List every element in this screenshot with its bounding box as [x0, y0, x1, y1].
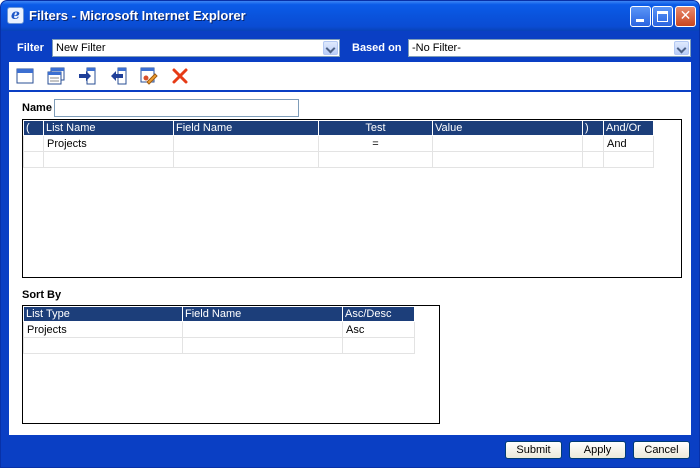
table-cell[interactable]: [23, 337, 183, 354]
maximize-icon: [657, 11, 668, 22]
client-area: Filter New Filter Based on -No Filter- N…: [5, 31, 695, 465]
table-cell[interactable]: =: [318, 135, 433, 152]
table-cell[interactable]: [173, 135, 319, 152]
cancel-button[interactable]: Cancel: [633, 441, 690, 459]
col-asc-desc[interactable]: Asc/Desc: [342, 306, 415, 322]
apply-button[interactable]: Apply: [569, 441, 626, 459]
close-button[interactable]: ✕: [675, 6, 696, 27]
sort-table: List Type Field Name Asc/Desc Projects A…: [23, 306, 415, 354]
footer: Submit Apply Cancel: [9, 435, 691, 465]
maximize-button[interactable]: [652, 6, 673, 27]
toolbar: [9, 62, 691, 90]
table-row[interactable]: Projects Asc: [23, 321, 415, 338]
ie-icon[interactable]: e: [7, 7, 24, 24]
table-cell[interactable]: [182, 321, 343, 338]
col-sort-field-name[interactable]: Field Name: [182, 306, 343, 322]
table-cell[interactable]: Projects: [23, 321, 183, 338]
col-field-name[interactable]: Field Name: [173, 120, 319, 136]
criteria-header-row: ( List Name Field Name Test Value ) And/…: [23, 120, 654, 136]
table-cell[interactable]: [23, 135, 44, 152]
move-right-icon[interactable]: [78, 67, 96, 85]
col-list-type[interactable]: List Type: [23, 306, 183, 322]
filter-form: Name ( List Name Field Name Test Value)…: [9, 92, 691, 435]
window-title: Filters - Microsoft Internet Explorer: [29, 8, 246, 23]
table-row[interactable]: [23, 151, 654, 168]
table-cell[interactable]: [603, 151, 654, 168]
table-cell[interactable]: [342, 337, 415, 354]
filter-bar: Filter New Filter Based on -No Filter-: [9, 37, 691, 59]
table-cell[interactable]: Asc: [342, 321, 415, 338]
delete-icon[interactable]: [171, 67, 189, 85]
sort-by-label: Sort By: [22, 289, 62, 301]
table-cell[interactable]: Projects: [43, 135, 174, 152]
criteria-table: ( List Name Field Name Test Value ) And/…: [23, 120, 654, 168]
sort-header-row: List Type Field Name Asc/Desc: [23, 306, 415, 322]
col-list-name[interactable]: List Name: [43, 120, 174, 136]
table-cell[interactable]: [173, 151, 319, 168]
table-cell[interactable]: [432, 151, 583, 168]
title-bar[interactable]: e Filters - Microsoft Internet Explorer …: [1, 1, 699, 31]
col-open-paren[interactable]: (: [23, 120, 44, 136]
col-test[interactable]: Test: [318, 120, 433, 136]
col-close-paren[interactable]: ): [582, 120, 604, 136]
name-input[interactable]: [54, 99, 299, 117]
table-row[interactable]: Projects = And: [23, 135, 654, 152]
move-left-icon[interactable]: [109, 67, 127, 85]
based-on-label: Based on: [352, 42, 402, 54]
table-cell[interactable]: [318, 151, 433, 168]
table-cell[interactable]: [432, 135, 583, 152]
filters-window: e Filters - Microsoft Internet Explorer …: [0, 0, 700, 468]
table-cell[interactable]: [582, 151, 604, 168]
close-icon: ✕: [679, 8, 692, 24]
open-icon[interactable]: [47, 67, 65, 85]
col-and-or[interactable]: And/Or: [603, 120, 654, 136]
table-cell[interactable]: [582, 135, 604, 152]
criteria-grid: ( List Name Field Name Test Value ) And/…: [22, 119, 682, 278]
minimize-icon: [636, 19, 644, 22]
based-on-select[interactable]: -No Filter-: [408, 39, 691, 57]
submit-button[interactable]: Submit: [505, 441, 562, 459]
col-value[interactable]: Value: [432, 120, 583, 136]
sort-grid: List Type Field Name Asc/Desc Projects A…: [22, 305, 440, 424]
table-cell[interactable]: [43, 151, 174, 168]
chevron-down-icon[interactable]: [674, 41, 689, 55]
table-cell[interactable]: And: [603, 135, 654, 152]
based-on-select-value: -No Filter-: [412, 42, 461, 54]
chevron-down-icon[interactable]: [323, 41, 338, 55]
table-cell[interactable]: [23, 151, 44, 168]
edit-icon[interactable]: [140, 67, 158, 85]
name-label: Name: [22, 102, 52, 114]
filter-select[interactable]: New Filter: [52, 39, 340, 57]
minimize-button[interactable]: [630, 6, 651, 27]
table-cell[interactable]: [182, 337, 343, 354]
filter-select-value: New Filter: [56, 42, 106, 54]
table-row[interactable]: [23, 337, 415, 354]
filter-label: Filter: [17, 42, 44, 54]
new-icon[interactable]: [16, 67, 34, 85]
